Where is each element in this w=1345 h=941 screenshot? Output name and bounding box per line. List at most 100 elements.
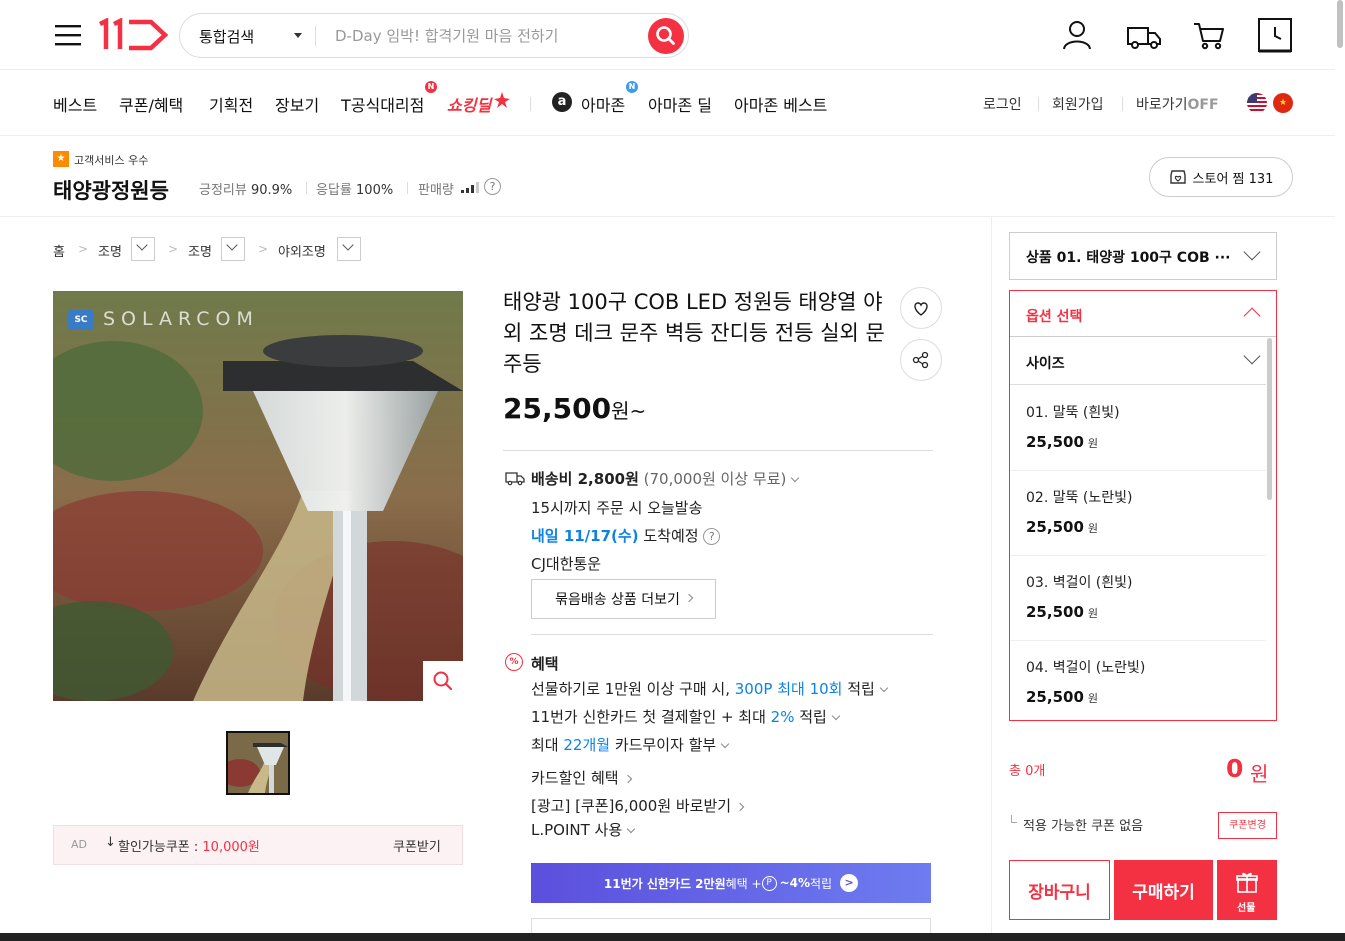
nav-amazon-best[interactable]: 아마존 베스트 <box>734 92 827 116</box>
panel-divider <box>991 217 992 941</box>
nav-coupon-benefit[interactable]: 쿠폰/혜택 <box>119 92 183 116</box>
user-icon[interactable] <box>1059 17 1095 53</box>
ad-coupon-link[interactable]: [광고] [쿠폰]6,000원 바로받기 <box>531 795 745 816</box>
more-section <box>531 918 931 933</box>
china-flag-icon[interactable]: ★ <box>1273 93 1293 113</box>
option-item[interactable]: 01. 말뚝 (흰빛) 25,500 원 <box>1010 386 1266 471</box>
total-unit: 원 <box>1250 762 1269 786</box>
option-select-header[interactable]: 옵션 선택 <box>1010 291 1276 337</box>
bundle-shipping-button[interactable]: 묶음배송 상품 더보기 <box>531 579 716 619</box>
product-main-image[interactable]: SC SOLARCOM <box>53 291 463 701</box>
nav-grocery[interactable]: 장보기 <box>275 92 319 116</box>
global-nav: 베스트 쿠폰/혜택 기획전 장보기 T공식대리점 N 쇼킹딜 a 아마존 N 아… <box>0 70 1335 136</box>
ad-label: AD <box>71 838 87 851</box>
option-scrollbar[interactable] <box>1267 338 1272 500</box>
sales-stat: 판매량 <box>418 183 454 198</box>
response-stat: 응답률 100% <box>316 183 394 198</box>
nav-best[interactable]: 베스트 <box>53 92 97 116</box>
chevron-down-icon <box>342 239 354 251</box>
shinhan-card-banner[interactable]: 11번가 신한카드 2만원 혜택 + P ~4% 적립 > <box>531 863 931 903</box>
breadcrumb-dropdown-3[interactable] <box>337 237 361 261</box>
breadcrumb-home[interactable]: 홈 <box>53 241 65 260</box>
11st-logo[interactable] <box>97 18 169 52</box>
breadcrumb-level3[interactable]: 야외조명 <box>278 241 326 260</box>
search-category-select[interactable]: 통합검색 <box>199 26 254 47</box>
seller-name[interactable]: 태양광정원등 <box>53 175 169 205</box>
top-header: 통합검색 <box>0 0 1335 70</box>
add-to-cart-button[interactable]: 장바구니 <box>1009 860 1110 920</box>
lpoint-toggle[interactable]: L.POINT 사용 <box>531 819 636 840</box>
new-badge: N <box>425 81 437 93</box>
nav-t-official[interactable]: T공식대리점 <box>341 92 424 116</box>
wishlist-button[interactable] <box>900 287 942 329</box>
breadcrumb-separator-icon: > <box>258 242 269 256</box>
option-item[interactable]: 04. 벽걸이 (노란빛) 25,500 원 <box>1010 641 1266 726</box>
option-item[interactable]: 02. 말뚝 (노란빛) 25,500 원 <box>1010 471 1266 556</box>
help-icon[interactable]: ? <box>703 528 721 545</box>
divider <box>531 634 933 635</box>
divider <box>407 182 408 194</box>
share-button[interactable] <box>900 339 942 381</box>
benefit-card-discount[interactable]: 11번가 신한카드 첫 결제할인 + 최대 2% 적립 <box>531 706 841 727</box>
hamburger-menu-icon[interactable] <box>55 24 81 46</box>
star-badge-icon: ★ <box>53 151 69 167</box>
search-button[interactable] <box>648 18 684 54</box>
breadcrumb-dropdown-1[interactable] <box>131 237 155 261</box>
store-heart-icon <box>1169 170 1186 184</box>
option-panel: 옵션 선택 사이즈 01. 말뚝 (흰빛) 25,500 원 02. 말뚝 (노란… <box>1009 290 1277 721</box>
benefit-percent-icon: % <box>505 653 523 671</box>
breadcrumb-level2[interactable]: 조명 <box>188 241 212 260</box>
benefit-installment[interactable]: 최대 22개월 카드무이자 할부 <box>531 734 730 755</box>
arrow-right-icon: > <box>840 874 859 892</box>
us-flag-icon[interactable] <box>1247 93 1267 113</box>
product-select-dropdown[interactable]: 상품 01. 태양광 100구 COB ··· <box>1009 232 1277 280</box>
store-zzim-label: 스토어 찜 131 <box>1192 171 1274 187</box>
login-link[interactable]: 로그인 <box>983 94 1022 114</box>
get-coupon-button[interactable]: 쿠폰받기 <box>393 836 441 855</box>
store-zzim-button[interactable]: 스토어 찜 131 <box>1149 157 1293 197</box>
nav-shocking-deal[interactable]: 쇼킹딜 <box>447 92 491 116</box>
chevron-up-icon <box>1243 307 1261 325</box>
product-thumbnail[interactable] <box>226 731 290 795</box>
divider <box>1122 97 1123 111</box>
size-select-header[interactable]: 사이즈 <box>1010 338 1266 385</box>
cart-icon[interactable] <box>1191 17 1227 53</box>
total-amount: 0 <box>1226 754 1244 783</box>
shortcut-toggle[interactable]: 바로가기OFF <box>1136 94 1219 114</box>
caret-down-icon[interactable] <box>294 33 302 38</box>
breadcrumb-separator-icon: > <box>168 242 179 256</box>
chevron-down-icon <box>1243 243 1261 261</box>
breadcrumb-level1[interactable]: 조명 <box>98 241 122 260</box>
service-badge: 고객서비스 우수 <box>74 154 149 167</box>
nav-amazon-deal[interactable]: 아마존 딜 <box>648 92 712 116</box>
share-icon <box>912 351 929 369</box>
image-watermark: SOLARCOM <box>103 308 259 330</box>
signup-link[interactable]: 회원가입 <box>1052 94 1104 114</box>
page-scrollbar[interactable] <box>1337 0 1343 48</box>
coupon-ad-banner[interactable]: AD ↓ 할인가능쿠폰 : 10,000원 쿠폰받기 <box>53 825 463 865</box>
option-item[interactable]: 03. 벽걸이 (흰빛) 25,500 원 <box>1010 556 1266 641</box>
buy-now-button[interactable]: 구매하기 <box>1114 860 1213 920</box>
search-input[interactable] <box>335 24 635 48</box>
nav-special[interactable]: 기획전 <box>209 92 253 116</box>
coupon-change-button[interactable]: 쿠폰변경 <box>1218 812 1277 839</box>
divider <box>1038 97 1039 111</box>
product-title: 태양광 100구 COB LED 정원등 태양열 야외 조명 데크 문주 벽등 … <box>503 290 885 376</box>
coupon-none-text: 적용 가능한 쿠폰 없음 <box>1023 819 1144 834</box>
shipping-fee[interactable]: 배송비 2,800원 (70,000원 이상 무료) <box>531 468 800 489</box>
gift-button[interactable]: 선물 <box>1217 860 1277 920</box>
delivery-truck-icon[interactable] <box>1125 17 1163 53</box>
breadcrumb-dropdown-2[interactable] <box>221 237 245 261</box>
option-name: 03. 벽걸이 (흰빛) <box>1026 575 1133 591</box>
arrival-estimate: 내일 11/17(수) 도착예정 ? <box>531 525 721 546</box>
recent-view-clock-icon[interactable] <box>1257 17 1293 53</box>
search-icon <box>656 26 675 45</box>
nav-amazon[interactable]: 아마존 <box>581 92 625 116</box>
new-badge: N <box>626 81 638 93</box>
solarcom-logo-icon: SC <box>68 310 94 330</box>
help-icon[interactable]: ? <box>484 178 501 195</box>
card-discount-benefit-link[interactable]: 카드할인 혜택 <box>531 767 632 788</box>
option-price: 25,500 원 <box>1026 688 1099 706</box>
benefit-gift-point[interactable]: 선물하기로 1만원 이상 구매 시, 300P 최대 10회 적립 <box>531 678 889 699</box>
zoom-button[interactable] <box>423 661 463 701</box>
